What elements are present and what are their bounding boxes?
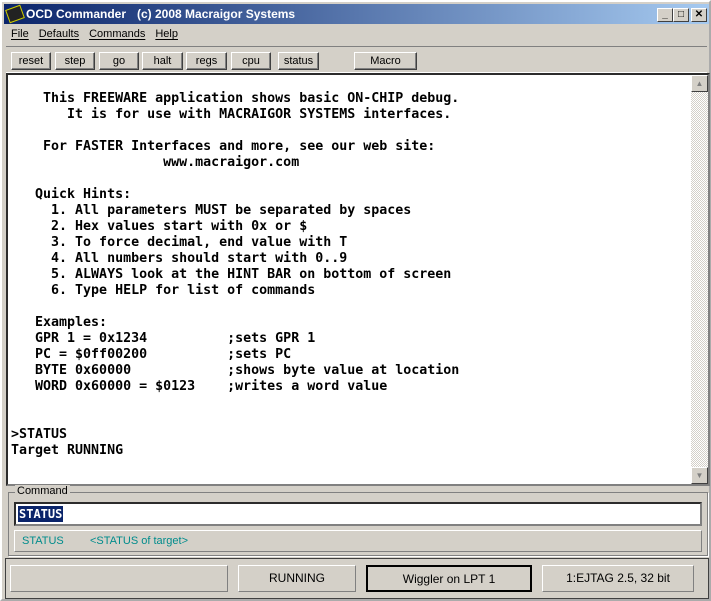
command-input-value: STATUS [18,506,64,522]
console-line: For FASTER Interfaces and more, see our … [11,139,436,154]
close-button[interactable]: ✕ [691,8,707,22]
console-line: Examples: [11,315,108,330]
scroll-down-icon[interactable]: ▼ [691,467,708,484]
console-line: Quick Hints: [11,187,132,202]
hint-description: <STATUS of target> [90,535,189,547]
command-group-label: Command [15,485,70,497]
menu-file[interactable]: File [6,26,34,43]
console-output[interactable]: This FREEWARE application shows basic ON… [6,73,710,486]
minimize-button[interactable]: _ [657,8,673,22]
console-line: This FREEWARE application shows basic ON… [11,91,460,106]
maximize-button[interactable]: □ [673,8,689,22]
console-line: www.macraigor.com [11,155,300,170]
console-line: BYTE 0x60000 ;shows byte value at locati… [11,363,460,378]
console-line: 6. Type HELP for list of commands [11,283,316,298]
menu-help[interactable]: Help [150,26,183,43]
app-window: OCD Commander (c) 2008 Macraigor Systems… [0,0,711,601]
title-bar[interactable]: OCD Commander (c) 2008 Macraigor Systems… [4,4,709,24]
halt-button[interactable]: halt [142,52,183,70]
app-title: OCD Commander [26,7,127,21]
status-target-info: 1:EJTAG 2.5, 32 bit [542,565,694,592]
toolbar: reset step go halt regs cpu status Macro [6,46,707,73]
cpu-button[interactable]: cpu [231,52,271,70]
reset-button[interactable]: reset [11,52,51,70]
hint-bar: STATUS <STATUS of target> [14,530,702,552]
app-copyright: (c) 2008 Macraigor Systems [137,7,296,21]
menu-defaults[interactable]: Defaults [34,26,84,43]
go-button[interactable]: go [99,52,139,70]
vertical-scrollbar[interactable]: ▲ ▼ [691,75,708,484]
menu-bar: File Defaults Commands Help [6,26,183,43]
step-button[interactable]: step [55,52,95,70]
regs-button[interactable]: regs [186,52,227,70]
status-button[interactable]: status [278,52,319,70]
console-line: 5. ALWAYS look at the HINT BAR on bottom… [11,267,452,282]
console-line: 3. To force decimal, end value with T [11,235,348,250]
status-interface[interactable]: Wiggler on LPT 1 [366,565,532,592]
console-line: Target RUNNING [11,443,124,458]
scroll-up-icon[interactable]: ▲ [691,75,708,92]
console-line: GPR 1 = 0x1234 ;sets GPR 1 [11,331,316,346]
console-line: 2. Hex values start with 0x or $ [11,219,308,234]
console-line: WORD 0x60000 = $0123 ;writes a word valu… [11,379,388,394]
status-target-state: RUNNING [238,565,356,592]
app-chip-icon [5,4,25,24]
hint-command: STATUS [22,535,64,547]
status-bar: RUNNING Wiggler on LPT 1 1:EJTAG 2.5, 32… [5,558,709,599]
console-line: 4. All numbers should start with 0..9 [11,251,348,266]
console-line: It is for use with MACRAIGOR SYSTEMS int… [11,107,452,122]
command-input[interactable]: STATUS [14,502,702,526]
console-line: 1. All parameters MUST be separated by s… [11,203,412,218]
macro-button[interactable]: Macro [354,52,417,70]
console-lines: This FREEWARE application shows basic ON… [11,91,459,459]
command-group: Command STATUS STATUS <STATUS of target> [8,485,708,556]
console-line: >STATUS [11,427,68,442]
console-line: PC = $0ff00200 ;sets PC [11,347,292,362]
menu-commands[interactable]: Commands [84,26,150,43]
status-panel-empty [10,565,228,592]
